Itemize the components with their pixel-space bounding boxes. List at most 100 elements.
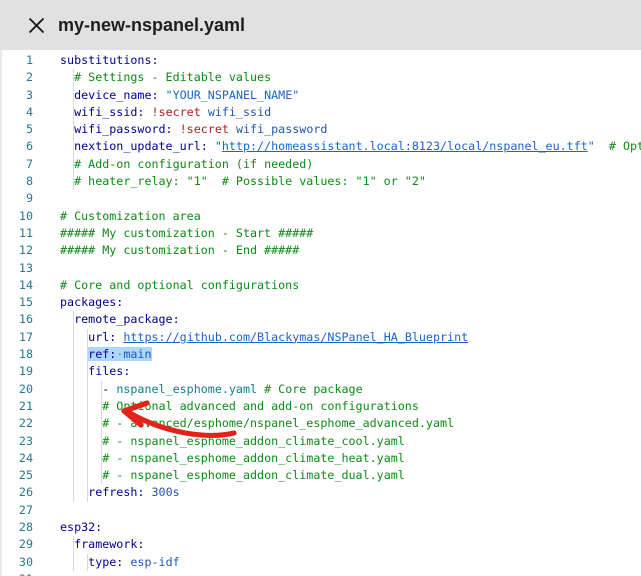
code-line: 29 framework: [2, 536, 641, 553]
token-value: wifi_ssid [208, 105, 271, 119]
line-number: 22 [2, 415, 33, 432]
indent-guide [73, 329, 74, 346]
token-key: packages: [60, 295, 123, 309]
code-line: 12##### My customization - End ##### [2, 242, 641, 259]
indent-guide [73, 104, 74, 121]
line-number: 18 [2, 346, 33, 363]
indent-guide [87, 450, 88, 467]
code-line-content: # - nspanel_esphome_addon_climate_cool.y… [33, 433, 405, 450]
token-whitespace [159, 88, 166, 102]
code-line: 31 [2, 571, 641, 576]
token-comment: ##### My customization - Start ##### [60, 226, 313, 240]
line-number: 16 [2, 311, 33, 328]
line-number: 31 [2, 571, 33, 576]
url-link[interactable]: http://homeassistant.local:8123/local/ns… [222, 139, 588, 153]
indent-guide [87, 433, 88, 450]
token-key: wifi_password: [74, 122, 173, 136]
indent-guide [101, 398, 102, 415]
indent-guide [73, 415, 74, 432]
indent-guide [73, 311, 74, 328]
code-line-content: # heater_relay: "1" # Possible values: "… [33, 173, 426, 190]
selected-text: main [123, 347, 151, 361]
token-comment: # heater_relay: "1" # Possible values: "… [74, 174, 426, 188]
indent-guide [87, 484, 88, 501]
token-key: substitutions: [60, 53, 159, 67]
token-key: files: [88, 364, 130, 378]
code-line-content: ref:·main [33, 346, 152, 363]
line-number: 9 [2, 190, 33, 207]
token-key: type: [88, 555, 123, 569]
token-comment: # Core package [264, 382, 363, 396]
token-comment: ##### My customization - End ##### [60, 243, 299, 257]
line-number: 20 [2, 381, 33, 398]
token-comment: # Core and optional configurations [60, 278, 299, 292]
code-line-content: # - advanced/esphome/nspanel_esphome_adv… [33, 415, 454, 432]
line-number: 14 [2, 277, 33, 294]
selected-text: ref: [88, 347, 116, 361]
line-number: 10 [2, 208, 33, 225]
line-number: 28 [2, 519, 33, 536]
indent-guide [73, 121, 74, 138]
line-number: 3 [2, 87, 33, 104]
code-line-content [33, 502, 60, 519]
line-number: 29 [2, 536, 33, 553]
code-line: 27 [2, 502, 641, 519]
code-line-content: url: https://github.com/Blackymas/NSPane… [33, 329, 468, 346]
token-key: wifi_ssid: [74, 105, 144, 119]
code-line-content: files: [33, 363, 130, 380]
token-filename: nspanel_esphome.yaml [116, 382, 257, 396]
line-number: 11 [2, 225, 33, 242]
line-number: 27 [2, 502, 33, 519]
line-number: 21 [2, 398, 33, 415]
indent-guide [73, 554, 74, 571]
code-line: 26 refresh: 300s [2, 484, 641, 501]
code-line: 25 # - nspanel_esphome_addon_climate_dua… [2, 467, 641, 484]
editor-header: my-new-nspanel.yaml [0, 0, 641, 50]
token-secret-tag: !secret [180, 122, 229, 136]
code-line: 9 [2, 190, 641, 207]
code-line-content: # Core and optional configurations [33, 277, 299, 294]
token-whitespace [229, 122, 236, 136]
indent-guide [87, 398, 88, 415]
close-button[interactable] [21, 10, 51, 40]
code-line: 16 remote_package: [2, 311, 641, 328]
line-number: 24 [2, 450, 33, 467]
code-line-content: wifi_password: !secret wifi_password [33, 121, 327, 138]
line-number: 4 [2, 104, 33, 121]
line-number: 6 [2, 138, 33, 155]
token-comment: # Customization area [60, 209, 201, 223]
indent-guide [73, 398, 74, 415]
indent-guide [73, 536, 74, 553]
code-line-content: substitutions: [33, 52, 159, 69]
indent-guide [73, 381, 74, 398]
token-whitespace [208, 139, 215, 153]
code-line-content: # Optional advanced and add-on configura… [33, 398, 419, 415]
code-line: 22 # - advanced/esphome/nspanel_esphome_… [2, 415, 641, 432]
url-link[interactable]: https://github.com/Blackymas/NSPanel_HA_… [123, 330, 468, 344]
indent-guide [87, 554, 88, 571]
indent-guide [87, 363, 88, 380]
token-key: nextion_update_url: [74, 139, 208, 153]
token-whitespace [144, 485, 151, 499]
line-number: 30 [2, 554, 33, 571]
code-line-content: refresh: 300s [33, 484, 180, 501]
code-line: 30 type: esp-idf [2, 554, 641, 571]
token-comment: # - nspanel_esphome_addon_climate_cool.y… [102, 434, 405, 448]
indent-guide [73, 467, 74, 484]
indent-guide [87, 415, 88, 432]
token-comment: # Add-on configuration (if needed) [74, 157, 313, 171]
indent-guide [73, 450, 74, 467]
token-key: url: [88, 330, 116, 344]
code-line: 21 # Optional advanced and add-on config… [2, 398, 641, 415]
token-string: "YOUR_NSPANEL_NAME" [166, 88, 300, 102]
code-line-content: framework: [33, 536, 144, 553]
code-editor[interactable]: 1substitutions:2 # Settings - Editable v… [0, 50, 641, 576]
code-line: 4 wifi_ssid: !secret wifi_ssid [2, 104, 641, 121]
token-comment: # Opti [609, 139, 641, 153]
indent-guide [73, 69, 74, 86]
token-string: " [215, 139, 222, 153]
token-value: wifi_password [236, 122, 327, 136]
code-line: 20 - nspanel_esphome.yaml # Core package [2, 381, 641, 398]
line-number: 8 [2, 173, 33, 190]
code-line-content: # - nspanel_esphome_addon_climate_heat.y… [33, 450, 405, 467]
